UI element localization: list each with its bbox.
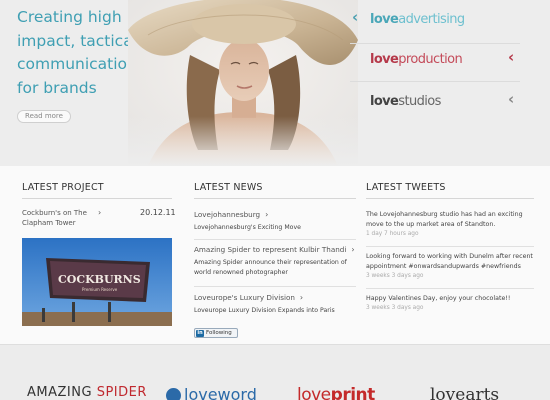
tweet-timestamp: 3 weeks 3 days ago	[366, 273, 424, 279]
latest-project-heading: LATEST PROJECT	[22, 182, 104, 193]
latest-news-heading: LATEST NEWS	[194, 182, 263, 193]
news-title: Amazing Spider to represent Kulbir Thand…	[194, 245, 355, 254]
tweet[interactable]: The Lovejohannesburg studio has had an e…	[366, 210, 534, 237]
tweet-timestamp: 3 weeks 3 days ago	[366, 305, 424, 311]
lovearts-logo[interactable]: lovearts	[430, 385, 499, 400]
tweet-text: Happy Valentines Day, enjoy your chocola…	[366, 295, 511, 302]
tweet-timestamp: 1 day 7 hours ago	[366, 231, 419, 237]
chevron-left-icon: ‹	[508, 90, 515, 108]
news-description: Amazing Spider announce their representa…	[194, 259, 347, 276]
brand-link-loveadvertising[interactable]: ‹ loveadvertising	[350, 0, 520, 44]
divider	[22, 198, 172, 199]
brand-name: loveadvertising	[370, 12, 465, 27]
chevron-right-icon: ›	[351, 245, 355, 254]
brand-link-loveproduction[interactable]: loveproduction ‹	[350, 40, 520, 82]
hero-headline: Creating high impact, tactical communica…	[17, 8, 145, 97]
loveword-logo[interactable]: loveword	[166, 385, 257, 400]
divider	[194, 198, 356, 199]
news-item[interactable]: Loveurope's Luxury Division › Loveurope L…	[194, 293, 356, 316]
chevron-right-icon: ›	[299, 293, 304, 302]
brand-name: loveproduction	[370, 52, 463, 67]
billboard-tagline: Premium Reserve	[82, 287, 118, 292]
loveprint-logo[interactable]: loveprint	[297, 385, 375, 400]
news-title: Lovejohannesburg ›	[194, 210, 269, 219]
partner-logo-strip: AMAZING SPIDER loveword loveprint lovear…	[0, 344, 550, 400]
news-description: Lovejohannesburg's Exciting Move	[194, 224, 301, 231]
brand-navigation: ‹ loveadvertising loveproduction ‹ loves…	[350, 0, 550, 166]
linkedin-label: Following	[206, 330, 232, 336]
news-item[interactable]: Lovejohannesburg › Lovejohannesburg's Exc…	[194, 210, 356, 233]
tweet-text: Looking forward to working with Dunelm a…	[366, 253, 533, 270]
tweet-text: The Lovejohannesburg studio has had an e…	[366, 211, 523, 228]
brand-link-lovestudios[interactable]: lovestudios ‹	[350, 82, 520, 126]
divider	[366, 246, 534, 247]
loveword-circle-icon	[166, 388, 181, 400]
chevron-left-icon: ‹	[508, 48, 515, 66]
project-image[interactable]: COCKBURNS Premium Reserve	[22, 238, 172, 326]
divider	[366, 288, 534, 289]
project-title: Cockburn's on The Clapham Tower	[22, 209, 87, 227]
billboard-text: COCKBURNS	[58, 273, 141, 286]
hero-banner: Creating high impact, tactical communica…	[0, 0, 550, 166]
brand-name: lovestudios	[370, 94, 441, 109]
chevron-left-icon: ‹	[352, 8, 359, 26]
linkedin-icon: in	[196, 329, 204, 337]
divider	[194, 286, 356, 287]
news-description: Loveurope Luxury Division Expands into P…	[194, 307, 335, 314]
divider	[194, 239, 356, 240]
divider	[366, 198, 534, 199]
project-date: 20.12.11	[140, 208, 176, 217]
tweet[interactable]: Happy Valentines Day, enjoy your chocola…	[366, 294, 534, 311]
linkedin-follow-button[interactable]: in Following	[194, 328, 238, 338]
news-title: Loveurope's Luxury Division ›	[194, 293, 304, 302]
hero-photo	[128, 0, 358, 166]
content-columns: LATEST PROJECT Cockburn's on The Clapham…	[0, 166, 550, 344]
chevron-right-icon: ›	[265, 210, 269, 219]
chevron-right-icon: ›	[98, 208, 102, 217]
latest-tweets-heading: LATEST TWEETS	[366, 182, 446, 193]
tweet[interactable]: Looking forward to working with Dunelm a…	[366, 252, 534, 279]
read-more-button[interactable]: Read more	[17, 110, 71, 123]
amazing-spider-logo[interactable]: AMAZING SPIDER	[27, 385, 147, 400]
project-row[interactable]: Cockburn's on The Clapham Tower › 20.12.…	[22, 208, 176, 236]
news-item[interactable]: Amazing Spider to represent Kulbir Thand…	[194, 245, 356, 277]
